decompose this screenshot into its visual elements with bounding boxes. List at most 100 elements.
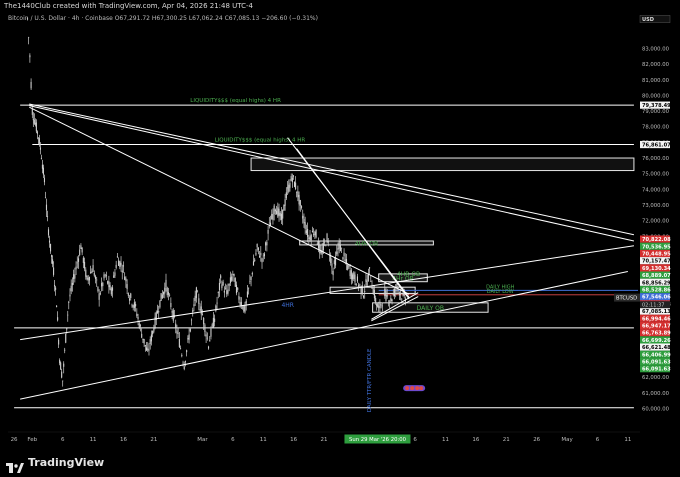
candle-body bbox=[235, 284, 238, 294]
candle-body bbox=[43, 177, 46, 183]
candle-body bbox=[109, 285, 111, 290]
event-marker-dot bbox=[419, 386, 424, 391]
candle-body bbox=[114, 272, 116, 276]
x-tick-label: 21 bbox=[150, 437, 157, 443]
candle-body bbox=[376, 303, 378, 306]
price-badge-label: 70,822.08 bbox=[642, 237, 671, 243]
candle-body bbox=[73, 274, 75, 280]
chart-credit: The1440Club created with TradingView.com… bbox=[4, 2, 253, 10]
candle-body bbox=[181, 354, 183, 357]
candle-body bbox=[199, 308, 201, 311]
candle-body bbox=[291, 177, 293, 183]
candle-body bbox=[113, 275, 115, 278]
candle-body bbox=[243, 306, 245, 312]
candle-body bbox=[42, 167, 44, 175]
candle-body bbox=[207, 346, 210, 349]
candle-body bbox=[284, 199, 286, 206]
candle-body bbox=[283, 205, 285, 211]
candle-body bbox=[120, 262, 122, 266]
candle-body bbox=[353, 272, 355, 279]
candle-body bbox=[288, 184, 290, 192]
candle-body bbox=[34, 123, 36, 125]
tradingview-icon bbox=[6, 458, 24, 473]
candle-body bbox=[371, 286, 373, 289]
candle-body bbox=[332, 270, 334, 276]
candle-body bbox=[103, 274, 105, 279]
candle-body bbox=[211, 324, 213, 327]
x-tick-label: 6 bbox=[61, 437, 65, 443]
tradingview-wordmark: TradingView bbox=[28, 456, 105, 469]
countdown-label: 02:11:37 bbox=[642, 303, 664, 309]
candle-body bbox=[317, 241, 320, 249]
candle-body bbox=[319, 245, 321, 254]
y-tick-label: 60,000.00 bbox=[642, 407, 670, 413]
y-tick-label: 62,000.00 bbox=[642, 375, 670, 381]
candle-body bbox=[278, 208, 280, 216]
candle-body bbox=[384, 288, 386, 297]
candle-body bbox=[56, 305, 58, 308]
candle-body bbox=[250, 276, 252, 281]
x-tick-label: Mar bbox=[197, 437, 208, 443]
candle-body bbox=[402, 292, 404, 296]
candle-body bbox=[327, 241, 329, 243]
candle-body bbox=[91, 271, 93, 274]
candle-body bbox=[221, 284, 223, 289]
candle-body bbox=[67, 314, 69, 316]
candle-body bbox=[85, 269, 87, 277]
candle-body bbox=[163, 292, 165, 295]
candle-body bbox=[166, 287, 168, 296]
candle-body bbox=[274, 209, 276, 212]
x-tick-label: 26 bbox=[533, 437, 540, 443]
candle-body bbox=[130, 293, 132, 298]
candle-body bbox=[86, 275, 88, 280]
candle-body bbox=[401, 298, 403, 300]
candle-body bbox=[365, 279, 367, 282]
candle-body bbox=[305, 230, 307, 234]
annotation-label: DAILY TTR/FTR CANDLE bbox=[367, 348, 373, 412]
candle-body bbox=[240, 301, 242, 306]
candle-body bbox=[378, 306, 380, 308]
candle-body bbox=[331, 263, 333, 268]
chart-canvas[interactable]: 4HR OB4Hr OBDAILY OBLIQUIDITY$$$ (equal … bbox=[0, 0, 680, 477]
candle-body bbox=[267, 229, 269, 234]
candle-body bbox=[75, 266, 77, 270]
candle-body bbox=[159, 300, 161, 308]
candle-body bbox=[55, 287, 57, 290]
candle-body bbox=[37, 137, 39, 139]
candle-body bbox=[183, 366, 185, 370]
y-tick-label: 73,000.00 bbox=[642, 203, 670, 209]
candle-body bbox=[28, 37, 30, 39]
candle-body bbox=[209, 340, 211, 342]
candle-body bbox=[108, 281, 110, 288]
candle-body bbox=[265, 242, 267, 246]
candle-body bbox=[182, 362, 184, 364]
x-tick-label: Feb bbox=[27, 437, 37, 443]
candle-body bbox=[90, 272, 92, 274]
candle-body bbox=[380, 304, 382, 306]
ticker-label: BTCUSD bbox=[616, 296, 637, 302]
candle-body bbox=[127, 293, 129, 296]
candle-body bbox=[60, 362, 62, 370]
candle-body bbox=[178, 338, 180, 348]
price-badge-label: 68,856.29 bbox=[642, 280, 671, 286]
x-tick-label: 6 bbox=[596, 437, 600, 443]
candle-body bbox=[272, 213, 274, 221]
x-tick-label: May bbox=[561, 437, 573, 443]
candle-body bbox=[203, 317, 205, 325]
candle-body bbox=[290, 176, 292, 181]
candle-body bbox=[344, 259, 346, 261]
candle-body bbox=[118, 260, 120, 266]
candle-body bbox=[188, 334, 190, 340]
candle-body bbox=[158, 311, 160, 313]
candle-body bbox=[259, 255, 261, 258]
candle-body bbox=[345, 259, 348, 264]
x-tick-label: 16 bbox=[120, 437, 127, 443]
candle-body bbox=[99, 293, 101, 295]
candle-body bbox=[119, 261, 121, 267]
candle-body bbox=[395, 289, 397, 291]
candle-body bbox=[132, 305, 134, 308]
candle-body bbox=[40, 157, 42, 159]
candle-body bbox=[228, 283, 230, 286]
candle-body bbox=[254, 259, 256, 262]
candle-body bbox=[39, 147, 41, 150]
